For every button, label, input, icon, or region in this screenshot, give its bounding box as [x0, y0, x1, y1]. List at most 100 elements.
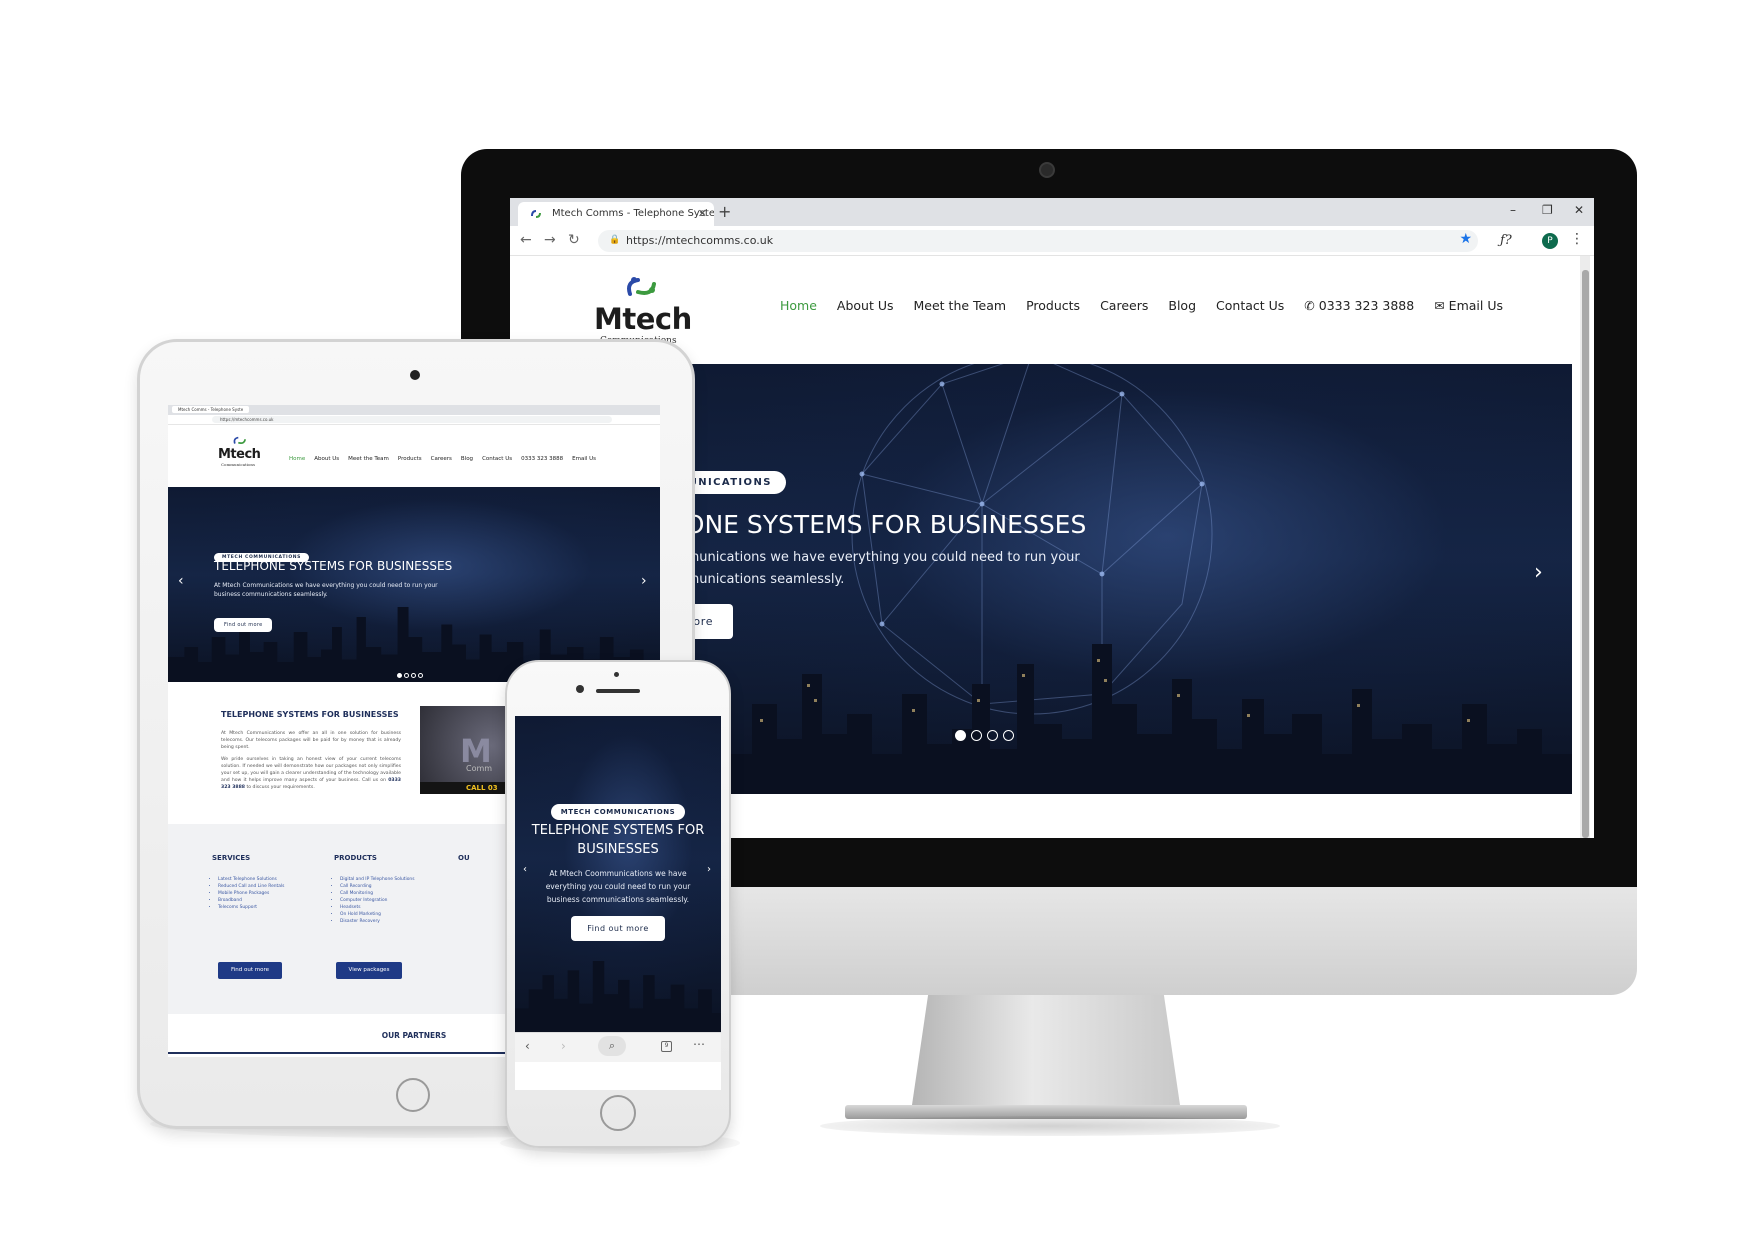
nav-email[interactable]: ✉ Email Us	[1434, 298, 1503, 313]
logo-wordmark: Mtech	[594, 302, 692, 336]
tablet-dot-3[interactable]	[411, 673, 416, 678]
back-arrow-icon[interactable]: ←	[520, 232, 532, 248]
tablet-nav-blog[interactable]: Blog	[461, 456, 473, 462]
nav-home[interactable]: Home	[780, 298, 817, 313]
tablet-nav-email[interactable]: Email Us	[572, 456, 596, 462]
products-column: PRODUCTS Digital and IP Telephone Soluti…	[334, 854, 415, 925]
tablet-address-bar[interactable]: https://mtechcomms.co.uk	[212, 416, 612, 423]
services-item[interactable]: Latest Telephone Solutions	[218, 876, 284, 883]
scrollbar-thumb[interactable]	[1582, 270, 1589, 838]
phone-browser-bar: ‹ › ⌕ 9 ⋯	[515, 1032, 721, 1062]
tablet-nav-contact[interactable]: Contact Us	[482, 456, 512, 462]
services-item[interactable]: Mobile Phone Packages	[218, 890, 284, 897]
phone-back-icon[interactable]: ‹	[525, 1039, 530, 1053]
nav-contact[interactable]: Contact Us	[1216, 298, 1284, 313]
phone-hero-title-line2: BUSINESSES	[577, 842, 659, 857]
about-paragraph-2-text: We pride ourselves in taking an honest v…	[221, 757, 401, 783]
main-nav: Home About Us Meet the Team Products Car…	[780, 298, 1503, 313]
nav-careers[interactable]: Careers	[1100, 298, 1148, 313]
products-item[interactable]: Computer Integration	[340, 897, 415, 904]
tablet-carousel-dots	[397, 673, 423, 678]
browser-menu-icon[interactable]: ⋮	[1570, 231, 1584, 247]
phone-hero-carousel: MTECH COMMUNICATIONS TELEPHONE SYSTEMS F…	[515, 716, 721, 1032]
nav-phone-number: 0333 323 3888	[1318, 298, 1415, 313]
forward-arrow-icon[interactable]: →	[544, 232, 556, 248]
browser-toolbar: ← → ↻ 🔒 https://mtechcomms.co.uk ★ ƒ? P …	[510, 226, 1594, 256]
mtech-favicon-icon	[531, 210, 541, 218]
carousel-dot-3[interactable]	[987, 730, 998, 741]
nav-about[interactable]: About Us	[837, 298, 894, 313]
nav-phone[interactable]: ✆ 0333 323 3888	[1304, 298, 1414, 313]
phone-hero-subtitle-line3: business communications seamlessly.	[546, 895, 690, 904]
services-item[interactable]: Reduced Call and Line Rentals	[218, 883, 284, 890]
profile-avatar[interactable]: P	[1542, 233, 1558, 249]
phone-hero-subtitle-line2: everything you could need to run your	[545, 882, 691, 891]
tablet-carousel-next-icon[interactable]: ›	[641, 573, 647, 589]
address-bar[interactable]: 🔒 https://mtechcomms.co.uk ★	[598, 230, 1478, 252]
phone-tabs-icon[interactable]: 9	[661, 1041, 672, 1052]
services-find-out-more-button[interactable]: Find out more	[218, 962, 282, 979]
tablet-nav-team[interactable]: Meet the Team	[348, 456, 389, 462]
phone-forward-icon[interactable]: ›	[561, 1039, 566, 1053]
tablet-tab-bar: Mtech Comms - Telephone Syste	[168, 405, 660, 415]
tablet-nav-careers[interactable]: Careers	[431, 456, 452, 462]
browser-tab-bar: Mtech Comms - Telephone Syste ✕ + – ❐ ✕	[510, 198, 1594, 226]
extension-icon[interactable]: ƒ?	[1500, 233, 1512, 248]
phone-camera	[576, 685, 584, 693]
tablet-dot-1[interactable]	[397, 673, 402, 678]
products-item[interactable]: Disaster Recovery	[340, 918, 415, 925]
nav-email-label: Email Us	[1448, 298, 1503, 313]
tablet-hero-button[interactable]: Find out more	[214, 618, 273, 632]
tablet-tab-title[interactable]: Mtech Comms - Telephone Syste	[172, 406, 250, 413]
phone-carousel-next-icon[interactable]: ›	[707, 864, 711, 875]
products-view-packages-button[interactable]: View packages	[336, 962, 402, 979]
tablet-dot-2[interactable]	[404, 673, 409, 678]
browser-tab[interactable]: Mtech Comms - Telephone Syste ✕	[518, 202, 714, 226]
products-item[interactable]: Call Monitoring	[340, 890, 415, 897]
hero-subtitle-line2: ommunications seamlessly.	[672, 572, 845, 587]
tablet-nav-home[interactable]: Home	[289, 456, 305, 462]
tablet-logo-mark-icon	[233, 436, 246, 444]
carousel-dot-1[interactable]	[955, 730, 966, 741]
phone-hero-button[interactable]: Find out more	[571, 916, 665, 941]
services-item[interactable]: Telecoms Support	[218, 904, 284, 911]
nav-products[interactable]: Products	[1026, 298, 1080, 313]
tablet-nav-products[interactable]: Products	[398, 456, 422, 462]
monitor-camera	[1039, 162, 1055, 178]
browser-tab-title: Mtech Comms - Telephone Syste	[552, 208, 714, 219]
nav-blog[interactable]: Blog	[1168, 298, 1196, 313]
tablet-dot-4[interactable]	[418, 673, 423, 678]
new-tab-button[interactable]: +	[718, 202, 731, 221]
services-column: SERVICES Latest Telephone Solutions Redu…	[212, 854, 284, 911]
phone-sensor	[614, 672, 619, 677]
close-icon[interactable]: ✕	[698, 207, 707, 220]
products-item[interactable]: On Hold Marketing	[340, 911, 415, 918]
carousel-dot-4[interactable]	[1003, 730, 1014, 741]
tablet-nav-about[interactable]: About Us	[314, 456, 339, 462]
tablet-carousel-prev-icon[interactable]: ‹	[178, 573, 184, 589]
tablet-hero-carousel: MTECH COMMUNICATIONS TELEPHONE SYSTEMS F…	[168, 487, 660, 682]
products-heading: PRODUCTS	[334, 854, 377, 862]
tablet-toolbar: https://mtechcomms.co.uk	[168, 415, 660, 425]
nav-team[interactable]: Meet the Team	[914, 298, 1007, 313]
phone-carousel-prev-icon[interactable]: ‹	[523, 864, 527, 875]
tablet-nav-phone[interactable]: 0333 323 3888	[521, 456, 563, 462]
restore-icon[interactable]: ❐	[1542, 203, 1553, 217]
products-item[interactable]: Headsets	[340, 904, 415, 911]
carousel-dot-2[interactable]	[971, 730, 982, 741]
reload-icon[interactable]: ↻	[568, 232, 580, 248]
window-close-icon[interactable]: ✕	[1574, 203, 1584, 217]
carousel-next-icon[interactable]: ›	[1534, 560, 1543, 585]
hero-title: HONE SYSTEMS FOR BUSINESSES	[672, 510, 1087, 539]
bookmark-star-icon[interactable]: ★	[1459, 231, 1472, 247]
products-item[interactable]: Digital and IP Telephone Solutions	[340, 876, 415, 883]
tablet-mtech-logo[interactable]: Mtech Communications	[218, 435, 278, 475]
phone-menu-icon[interactable]: ⋯	[693, 1037, 705, 1051]
minimize-icon[interactable]: –	[1510, 203, 1516, 217]
hero-subtitle-line1: ommunications we have everything you cou…	[672, 550, 1080, 565]
products-item[interactable]: Call Recording	[340, 883, 415, 890]
services-item[interactable]: Broadband	[218, 897, 284, 904]
monitor-shadow	[820, 1116, 1280, 1136]
phone-speaker	[596, 689, 640, 693]
phone-search-icon[interactable]: ⌕	[598, 1036, 626, 1056]
